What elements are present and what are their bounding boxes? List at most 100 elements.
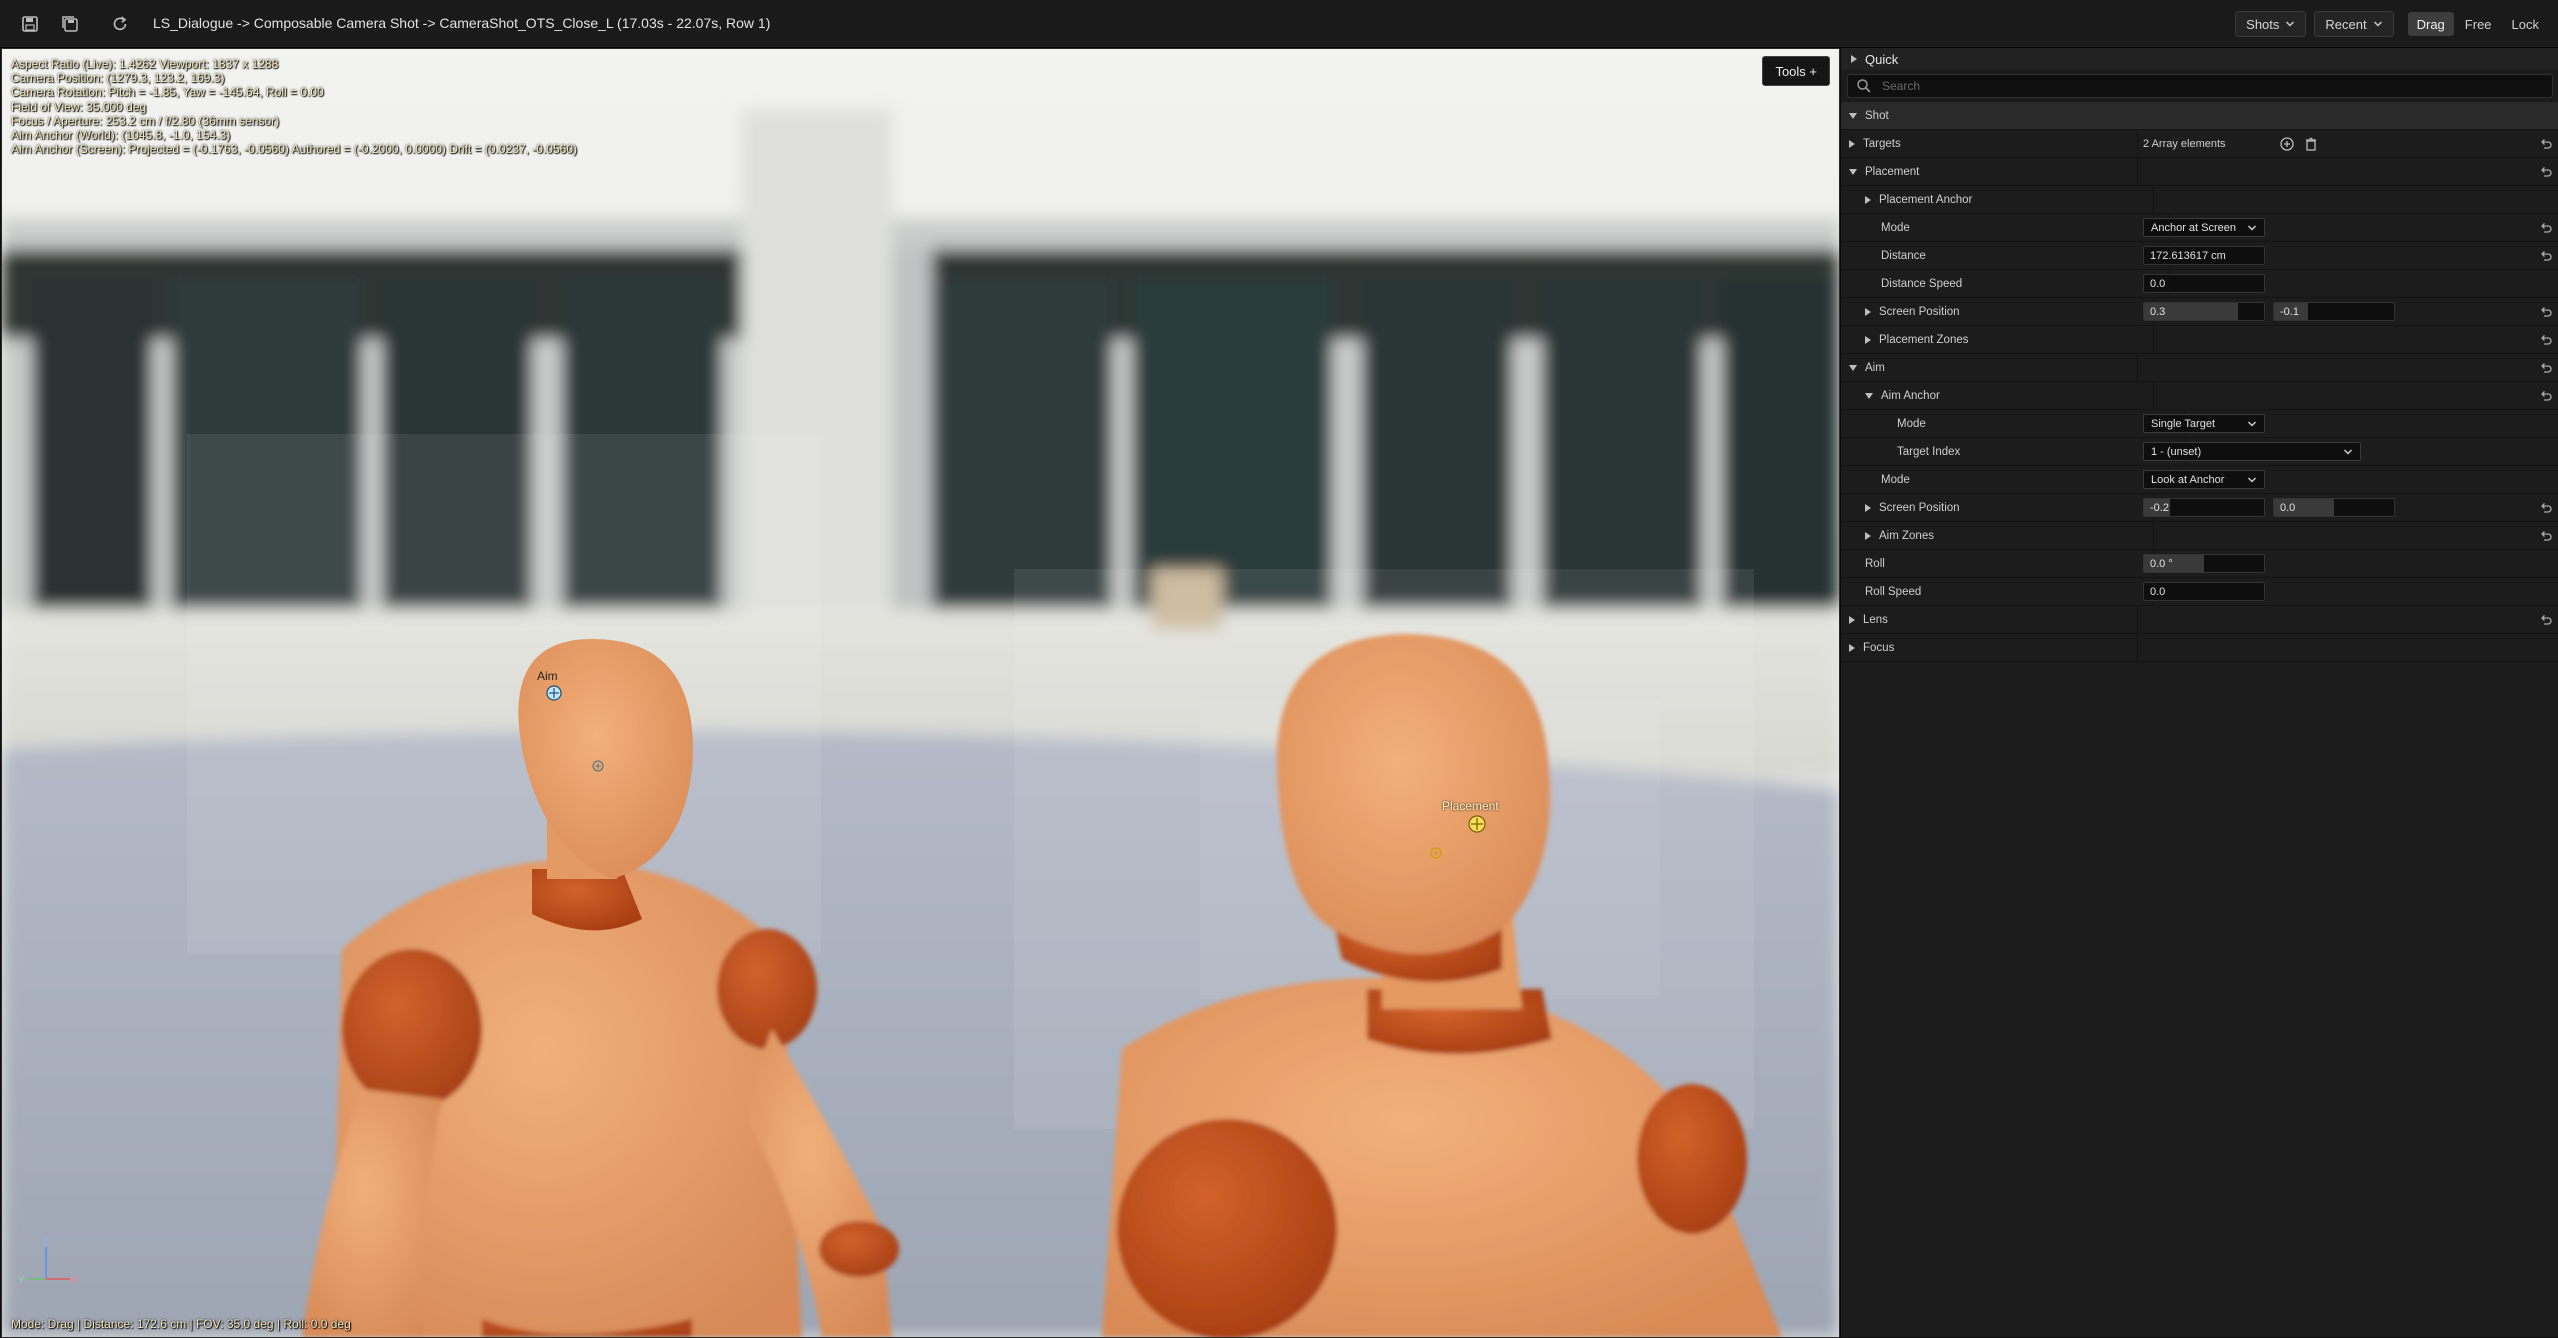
overlay-line: Field of View: 35.000 deg bbox=[11, 99, 147, 114]
mode-lock-button[interactable]: Lock bbox=[2503, 12, 2548, 36]
collapse-arrow-icon bbox=[1849, 168, 1857, 175]
collapse-arrow-icon bbox=[1865, 392, 1873, 399]
reset-icon[interactable] bbox=[2539, 136, 2553, 150]
reset-icon[interactable] bbox=[2539, 388, 2553, 402]
trash-icon[interactable] bbox=[2303, 136, 2319, 152]
overlay-line: Aspect Ratio (Live): 1.4262 Viewport: 18… bbox=[11, 57, 279, 71]
row-aim-zones[interactable]: Aim Zones bbox=[1841, 522, 2558, 550]
property-label: Distance Speed bbox=[1881, 277, 1963, 290]
category-shot[interactable]: Shot bbox=[1841, 102, 2558, 130]
search-input[interactable] bbox=[1880, 78, 2552, 94]
reset-icon[interactable] bbox=[2539, 248, 2553, 262]
field-value: -0.2 bbox=[2150, 501, 2169, 514]
placement-screen-y-field[interactable]: -0.1 bbox=[2273, 302, 2395, 321]
targets-array-count: 2 Array elements bbox=[2143, 137, 2226, 150]
overlay-line: Camera Rotation: Pitch = -1.85, Yaw = -1… bbox=[11, 85, 324, 100]
reset-icon[interactable] bbox=[2539, 332, 2553, 346]
row-distance-speed: Distance Speed 0.0 bbox=[1841, 270, 2558, 298]
overlay-line: Aim Anchor (Screen): Projected = (-0.176… bbox=[11, 142, 577, 157]
top-toolbar: LS_Dialogue -> Composable Camera Shot ->… bbox=[0, 0, 2558, 48]
aim-screen-x-field[interactable]: -0.2 bbox=[2143, 498, 2265, 517]
aim-mode-dropdown[interactable]: Look at Anchor bbox=[2143, 470, 2265, 489]
axis-gizmo-icon: Z Y X bbox=[18, 1237, 78, 1286]
property-label: Target Index bbox=[1897, 445, 1961, 458]
row-placement-zones[interactable]: Placement Zones bbox=[1841, 326, 2558, 354]
row-aim-anchor-mode: Mode Single Target bbox=[1841, 410, 2558, 438]
expand-arrow-icon[interactable] bbox=[1865, 503, 1871, 512]
property-label: Placement Anchor bbox=[1879, 193, 1973, 206]
distance-speed-field[interactable]: 0.0 bbox=[2143, 274, 2265, 293]
reset-icon[interactable] bbox=[2539, 360, 2553, 374]
reset-icon[interactable] bbox=[2539, 612, 2553, 626]
row-placement-anchor[interactable]: Placement Anchor bbox=[1841, 186, 2558, 214]
row-aim-mode: Mode Look at Anchor bbox=[1841, 466, 2558, 494]
chevron-down-icon bbox=[2247, 476, 2257, 483]
tools-button[interactable]: Tools + bbox=[1762, 56, 1830, 86]
overlay-line: Aim Anchor (World): (1045.8, -1.0, 154.3… bbox=[11, 128, 231, 143]
property-label: Focus bbox=[1863, 641, 1895, 654]
chevron-down-icon bbox=[2373, 21, 2382, 27]
property-label: Aim bbox=[1865, 361, 1885, 374]
details-search[interactable] bbox=[1847, 74, 2553, 98]
reset-icon[interactable] bbox=[2539, 220, 2553, 234]
reset-icon[interactable] bbox=[2539, 304, 2553, 318]
property-label: Screen Position bbox=[1879, 501, 1960, 514]
collapse-arrow-icon bbox=[1849, 364, 1857, 371]
chevron-down-icon bbox=[2247, 224, 2257, 231]
property-label: Screen Position bbox=[1879, 305, 1960, 318]
expand-arrow-icon[interactable] bbox=[1849, 139, 1855, 148]
overlay-line: Camera Position: (1279.3, 123.2, 169.3) bbox=[11, 71, 225, 86]
viewport-status: Mode: Drag | Distance: 172.6 cm | FOV: 3… bbox=[11, 1317, 351, 1331]
property-label: Aim Anchor bbox=[1881, 389, 1940, 402]
shots-dropdown[interactable]: Shots bbox=[2235, 11, 2307, 37]
camera-info-overlay: Aspect Ratio (Live): 1.4262 Viewport: 18… bbox=[11, 57, 577, 156]
row-aim[interactable]: Aim bbox=[1841, 354, 2558, 382]
placement-screen-x-field[interactable]: 0.3 bbox=[2143, 302, 2265, 321]
mode-drag-button[interactable]: Drag bbox=[2407, 12, 2454, 36]
dropdown-value: Anchor at Screen bbox=[2151, 221, 2236, 234]
details-panel: Quick Shot Targets 2 Array elements Plac… bbox=[1840, 48, 2558, 1337]
row-focus[interactable]: Focus bbox=[1841, 634, 2558, 662]
mode-free-button[interactable]: Free bbox=[2456, 12, 2501, 36]
save-icon[interactable] bbox=[14, 10, 46, 38]
expand-arrow-icon bbox=[1851, 55, 1857, 63]
roll-speed-field[interactable]: 0.0 bbox=[2143, 582, 2265, 601]
breadcrumb-title: LS_Dialogue -> Composable Camera Shot ->… bbox=[153, 15, 771, 31]
row-aim-anchor[interactable]: Aim Anchor bbox=[1841, 382, 2558, 410]
reset-icon[interactable] bbox=[2539, 528, 2553, 542]
camera-viewport[interactable]: Aim Placement Aspect Ratio (Live): 1.426… bbox=[1, 48, 1840, 1338]
row-placement-mode: Mode Anchor at Screen bbox=[1841, 214, 2558, 242]
expand-arrow-icon bbox=[1865, 335, 1871, 344]
reset-icon[interactable] bbox=[2539, 500, 2553, 514]
property-label: Roll Speed bbox=[1865, 585, 1922, 598]
refresh-icon[interactable] bbox=[104, 10, 136, 38]
add-element-icon[interactable] bbox=[2279, 136, 2295, 152]
category-label: Shot bbox=[1865, 109, 1889, 122]
recent-dropdown[interactable]: Recent bbox=[2314, 11, 2394, 37]
reset-icon[interactable] bbox=[2539, 164, 2553, 178]
overlay-line: Focus / Aperture: 253.2 cm / f/2.80 (36m… bbox=[11, 113, 280, 128]
target-index-dropdown[interactable]: 1 - (unset) bbox=[2143, 442, 2361, 461]
row-roll-speed: Roll Speed 0.0 bbox=[1841, 578, 2558, 606]
property-label: Distance bbox=[1881, 249, 1926, 262]
quick-section-header[interactable]: Quick bbox=[1841, 48, 2558, 70]
dropdown-value: Look at Anchor bbox=[2151, 473, 2225, 486]
row-lens[interactable]: Lens bbox=[1841, 606, 2558, 634]
axis-x-label: X bbox=[71, 1275, 78, 1286]
field-value: 0.3 bbox=[2150, 305, 2166, 318]
property-label: Mode bbox=[1881, 221, 1910, 234]
row-placement[interactable]: Placement bbox=[1841, 158, 2558, 186]
field-value: 172.613617 cm bbox=[2150, 249, 2226, 262]
property-label: Aim Zones bbox=[1879, 529, 1934, 542]
search-icon bbox=[1857, 79, 1871, 93]
distance-field[interactable]: 172.613617 cm bbox=[2143, 246, 2265, 265]
aim-anchor-mode-dropdown[interactable]: Single Target bbox=[2143, 414, 2265, 433]
property-label: Targets bbox=[1863, 137, 1901, 150]
aim-screen-y-field[interactable]: 0.0 bbox=[2273, 498, 2395, 517]
placement-marker-label: Placement bbox=[1442, 799, 1499, 813]
roll-field[interactable]: 0.0 ° bbox=[2143, 554, 2265, 573]
placement-mode-dropdown[interactable]: Anchor at Screen bbox=[2143, 218, 2265, 237]
chevron-down-icon bbox=[2286, 21, 2295, 27]
expand-arrow-icon[interactable] bbox=[1865, 307, 1871, 316]
save-all-icon[interactable] bbox=[54, 10, 86, 38]
